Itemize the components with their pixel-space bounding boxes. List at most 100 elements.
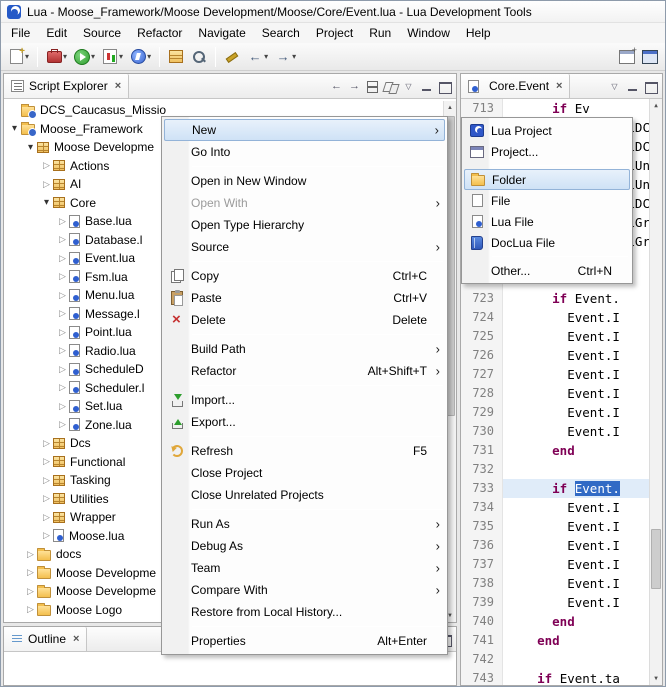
expanded-arrow-icon[interactable]: ▾ xyxy=(24,142,37,153)
editor-tab[interactable]: Core.Event × xyxy=(461,74,570,98)
minimize-icon[interactable] xyxy=(624,78,641,95)
code-line[interactable]: 724 Event.I xyxy=(461,308,649,327)
code-line[interactable]: 731 end xyxy=(461,441,649,460)
coverage-button[interactable]: ▾ xyxy=(99,47,126,67)
link-editor-icon[interactable] xyxy=(382,78,399,95)
menubar-item-edit[interactable]: Edit xyxy=(38,24,75,42)
editor-scrollbar[interactable]: ▲ ▼ xyxy=(649,99,662,685)
menubar-item-project[interactable]: Project xyxy=(308,24,361,42)
collapsed-arrow-icon[interactable]: ▷ xyxy=(40,160,53,171)
collapsed-arrow-icon[interactable]: ▷ xyxy=(56,327,69,338)
collapsed-arrow-icon[interactable]: ▷ xyxy=(40,475,53,486)
maximize-icon[interactable] xyxy=(436,78,453,95)
context-menu-item-open-in-new-window[interactable]: Open in New Window xyxy=(164,170,445,192)
code-line[interactable]: 729 Event.I xyxy=(461,403,649,422)
code-line[interactable]: 723 if Event. xyxy=(461,289,649,308)
menubar-item-refactor[interactable]: Refactor xyxy=(129,24,190,42)
context-menu-item-refresh[interactable]: RefreshF5 xyxy=(164,440,445,462)
context-menu-item-go-into[interactable]: Go Into xyxy=(164,141,445,163)
script-explorer-tab[interactable]: Script Explorer × xyxy=(4,74,129,98)
collapsed-arrow-icon[interactable]: ▷ xyxy=(56,401,69,412)
context-menu-item-team[interactable]: Team› xyxy=(164,557,445,579)
minimize-icon[interactable] xyxy=(418,78,435,95)
lua-perspective-button[interactable] xyxy=(639,47,661,67)
scroll-up-icon[interactable]: ▲ xyxy=(444,101,456,114)
collapsed-arrow-icon[interactable]: ▷ xyxy=(56,382,69,393)
code-line[interactable]: 739 Event.I xyxy=(461,593,649,612)
view-menu-icon[interactable] xyxy=(606,78,623,95)
back-icon[interactable] xyxy=(328,78,345,95)
new-submenu-item-file[interactable]: File xyxy=(464,190,630,211)
expanded-arrow-icon[interactable]: ▾ xyxy=(8,123,21,134)
last-edit-button[interactable] xyxy=(221,47,243,67)
attach-button[interactable]: ▾ xyxy=(127,47,154,67)
menubar-item-navigate[interactable]: Navigate xyxy=(190,24,253,42)
context-menu-item-properties[interactable]: PropertiesAlt+Enter xyxy=(164,630,445,652)
collapsed-arrow-icon[interactable]: ▷ xyxy=(56,216,69,227)
collapsed-arrow-icon[interactable]: ▷ xyxy=(56,419,69,430)
code-line[interactable]: 734 Event.I xyxy=(461,498,649,517)
close-view-button[interactable]: × xyxy=(115,80,121,92)
context-menu-item-import[interactable]: Import... xyxy=(164,389,445,411)
collapsed-arrow-icon[interactable]: ▷ xyxy=(40,493,53,504)
context-menu-item-export[interactable]: Export... xyxy=(164,411,445,433)
collapsed-arrow-icon[interactable]: ▷ xyxy=(56,308,69,319)
context-menu-item-run-as[interactable]: Run As› xyxy=(164,513,445,535)
code-line[interactable]: 740 end xyxy=(461,612,649,631)
forward-icon[interactable] xyxy=(346,78,363,95)
context-menu-item-copy[interactable]: CopyCtrl+C xyxy=(164,265,445,287)
menubar-item-run[interactable]: Run xyxy=(361,24,399,42)
open-element-button[interactable] xyxy=(165,47,187,67)
collapsed-arrow-icon[interactable]: ▷ xyxy=(56,234,69,245)
collapsed-arrow-icon[interactable]: ▷ xyxy=(40,438,53,449)
code-line[interactable]: 732 xyxy=(461,460,649,479)
collapsed-arrow-icon[interactable]: ▷ xyxy=(24,604,37,615)
collapsed-arrow-icon[interactable]: ▷ xyxy=(24,586,37,597)
new-wizard-button[interactable]: ▾ xyxy=(5,47,32,67)
context-menu-item-refactor[interactable]: RefactorAlt+Shift+T› xyxy=(164,360,445,382)
search-button[interactable] xyxy=(188,47,210,67)
context-menu-item-delete[interactable]: DeleteDelete xyxy=(164,309,445,331)
code-line[interactable]: 735 Event.I xyxy=(461,517,649,536)
code-line[interactable]: 728 Event.I xyxy=(461,384,649,403)
code-line[interactable]: 736 Event.I xyxy=(461,536,649,555)
new-submenu-item-doclua-file[interactable]: DocLua File xyxy=(464,232,630,253)
scroll-thumb[interactable] xyxy=(651,529,661,589)
collapsed-arrow-icon[interactable]: ▷ xyxy=(40,456,53,467)
new-submenu-item-project[interactable]: Project... xyxy=(464,141,630,162)
context-menu-item-restore-from-local-history[interactable]: Restore from Local History... xyxy=(164,601,445,623)
scroll-down-icon[interactable]: ▼ xyxy=(650,672,662,685)
collapsed-arrow-icon[interactable]: ▷ xyxy=(56,364,69,375)
scroll-up-icon[interactable]: ▲ xyxy=(650,99,662,112)
context-menu-item-close-project[interactable]: Close Project xyxy=(164,462,445,484)
view-menu-icon[interactable] xyxy=(400,78,417,95)
collapsed-arrow-icon[interactable]: ▷ xyxy=(56,290,69,301)
collapsed-arrow-icon[interactable]: ▷ xyxy=(24,567,37,578)
run-button[interactable]: ▾ xyxy=(71,47,98,67)
open-perspective-button[interactable] xyxy=(616,47,638,67)
menubar-item-search[interactable]: Search xyxy=(254,24,308,42)
code-line[interactable]: 725 Event.I xyxy=(461,327,649,346)
collapsed-arrow-icon[interactable]: ▷ xyxy=(56,253,69,264)
menubar-item-source[interactable]: Source xyxy=(75,24,129,42)
menubar-item-window[interactable]: Window xyxy=(399,24,458,42)
maximize-icon[interactable] xyxy=(642,78,659,95)
code-line[interactable]: 743 if Event.ta xyxy=(461,669,649,685)
context-menu-item-build-path[interactable]: Build Path› xyxy=(164,338,445,360)
collapsed-arrow-icon[interactable]: ▷ xyxy=(40,530,53,541)
collapse-all-icon[interactable] xyxy=(364,78,381,95)
forward-button[interactable]: ▾ xyxy=(272,47,299,67)
menubar-item-help[interactable]: Help xyxy=(458,24,499,42)
code-line[interactable]: 741 end xyxy=(461,631,649,650)
code-line[interactable]: 738 Event.I xyxy=(461,574,649,593)
external-tools-button[interactable]: ▾ xyxy=(43,47,70,67)
code-line[interactable]: 730 Event.I xyxy=(461,422,649,441)
back-button[interactable]: ▾ xyxy=(244,47,271,67)
collapsed-arrow-icon[interactable]: ▷ xyxy=(40,179,53,190)
collapsed-arrow-icon[interactable]: ▷ xyxy=(56,345,69,356)
collapsed-arrow-icon[interactable]: ▷ xyxy=(56,271,69,282)
close-view-button[interactable]: × xyxy=(73,633,79,645)
code-line[interactable]: 726 Event.I xyxy=(461,346,649,365)
new-submenu-item-folder[interactable]: Folder xyxy=(464,169,630,190)
context-menu-item-close-unrelated-projects[interactable]: Close Unrelated Projects xyxy=(164,484,445,506)
